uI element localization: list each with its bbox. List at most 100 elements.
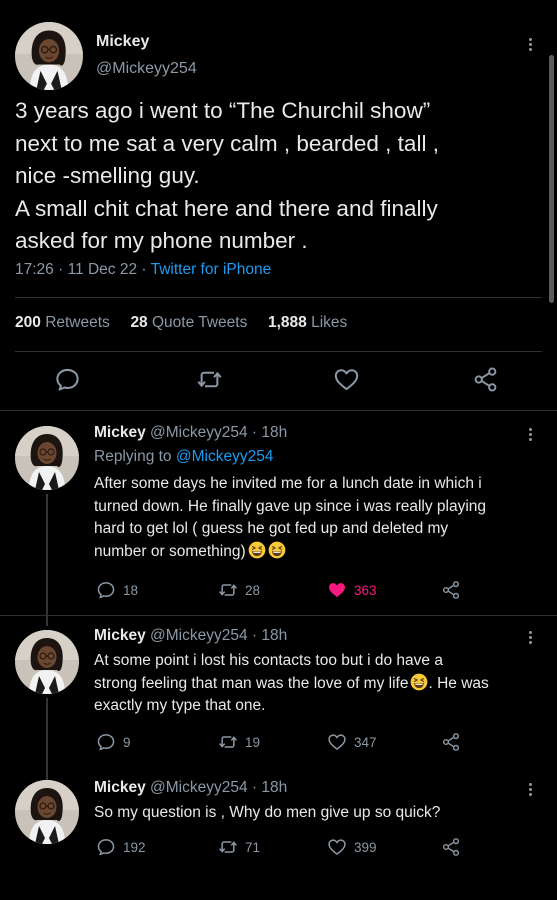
retweet-action[interactable]: 19: [218, 732, 260, 752]
share-icon: [441, 837, 461, 857]
heart-icon: [327, 732, 347, 752]
reply-count: 9: [123, 734, 131, 750]
like-action[interactable]: 399: [327, 837, 377, 857]
avatar[interactable]: [15, 22, 83, 90]
retweet-action[interactable]: 28: [218, 580, 260, 600]
reply-age[interactable]: 18h: [261, 627, 287, 644]
main-tweet: Mickey @Mickeyy254 3 years ago i went to…: [0, 0, 557, 411]
reply-text-line: . He was: [428, 674, 489, 692]
likes-label: Likes: [311, 314, 348, 331]
retweet-action[interactable]: 71: [218, 837, 260, 857]
reply-age[interactable]: 18h: [261, 424, 287, 441]
reply-text: So my question is , Why do men give up s…: [94, 802, 544, 825]
replying-to: Replying to @Mickeyy254: [94, 448, 273, 466]
likes-stat[interactable]: 1,888 Likes: [268, 314, 347, 331]
reply-count: 192: [123, 839, 146, 855]
reply-action[interactable]: 192: [96, 837, 146, 857]
like-count: 347: [354, 734, 377, 750]
likes-count: 1,888: [267, 314, 307, 331]
comment-icon: [96, 732, 116, 752]
share-action[interactable]: [441, 732, 461, 752]
reply-action[interactable]: 9: [96, 732, 131, 752]
tweet-stats: 200 Retweets 28 Quote Tweets 1,888 Likes: [15, 314, 347, 332]
retweet-icon: [218, 580, 238, 600]
reply-tweet[interactable]: Mickey @Mickeyy254 · 18h At some point i…: [0, 615, 557, 765]
comment-icon: [96, 837, 116, 857]
quotes-count: 28: [130, 314, 148, 331]
quotes-label: Quote Tweets: [152, 314, 248, 331]
heart-icon: [327, 837, 347, 857]
more-options-icon[interactable]: [529, 629, 532, 646]
share-icon[interactable]: [472, 366, 499, 393]
share-action[interactable]: [441, 837, 461, 857]
tweet-text-line: A small chit chat here and there and fin…: [15, 195, 438, 221]
author-handle[interactable]: @Mickeyy254: [150, 627, 248, 644]
divider: [15, 351, 542, 352]
grinning-squinting-face-emoji: [248, 541, 266, 559]
tweet-meta: 17:26 · 11 Dec 22 · Twitter for iPhone: [15, 261, 272, 278]
replying-label: Replying to: [94, 448, 172, 465]
share-action[interactable]: [441, 580, 461, 600]
author-name[interactable]: Mickey: [96, 33, 149, 51]
retweet-icon[interactable]: [196, 366, 223, 393]
tweet-time[interactable]: 17:26: [15, 261, 54, 278]
share-icon: [441, 580, 461, 600]
like-count: 363: [354, 582, 377, 598]
like-count: 399: [354, 839, 377, 855]
author-handle[interactable]: @Mickeyy254: [150, 779, 248, 796]
reply-text-line: turned down. He finally gave up since i …: [94, 497, 487, 515]
like-action[interactable]: 363: [327, 580, 377, 600]
tweet-source[interactable]: Twitter for iPhone: [151, 261, 272, 278]
reply-tweet[interactable]: Mickey @Mickeyy254 · 18h So my question …: [0, 765, 557, 900]
author-handle[interactable]: @Mickeyy254: [96, 60, 197, 78]
author-name[interactable]: Mickey: [94, 627, 146, 644]
retweets-stat[interactable]: 200 Retweets: [15, 314, 110, 331]
retweet-count: 19: [245, 734, 261, 750]
reply-text: At some point i lost his contacts too bu…: [94, 650, 544, 718]
reply-header: Mickey @Mickeyy254 · 18h: [94, 627, 288, 644]
replying-mention[interactable]: @Mickeyy254: [176, 448, 274, 465]
like-action[interactable]: 347: [327, 732, 377, 752]
retweets-count: 200: [15, 314, 41, 331]
quotes-stat[interactable]: 28 Quote Tweets: [130, 314, 247, 331]
author-name[interactable]: Mickey: [94, 424, 146, 441]
retweets-label: Retweets: [45, 314, 110, 331]
reply-header: Mickey @Mickeyy254 · 18h: [94, 779, 288, 796]
grinning-squinting-face-emoji: [268, 541, 286, 559]
reply-count: 18: [123, 582, 139, 598]
divider: [15, 297, 542, 298]
author-handle[interactable]: @Mickeyy254: [150, 424, 248, 441]
retweet-count: 71: [245, 839, 261, 855]
reply-text-line: number or something): [94, 542, 246, 560]
avatar[interactable]: [15, 780, 79, 844]
tweet-date[interactable]: 11 Dec 22: [68, 261, 138, 278]
reply-text: After some days he invited me for a lunc…: [94, 473, 544, 563]
tweet-text-line: asked for my phone number .: [15, 228, 308, 253]
more-options-icon[interactable]: [529, 36, 532, 53]
tweet-text-line: next to me sat a very calm , bearded , t…: [15, 130, 439, 156]
avatar[interactable]: [15, 630, 79, 694]
author-name[interactable]: Mickey: [94, 779, 146, 796]
share-icon: [441, 732, 461, 752]
reply-text-line: After some days he invited me for a lunc…: [94, 475, 482, 492]
retweet-icon: [218, 837, 238, 857]
reply-age[interactable]: 18h: [261, 779, 287, 796]
reply-icon[interactable]: [54, 366, 81, 393]
heart-icon[interactable]: [333, 366, 360, 393]
reply-text-line: hard to get lol ( guess he got fed up an…: [94, 520, 449, 537]
retweet-count: 28: [245, 582, 261, 598]
grinning-squinting-face-emoji: [410, 673, 428, 691]
tweet-text-line: nice -smelling guy.: [15, 163, 200, 188]
reply-text-line: strong feeling that man was the love of …: [94, 674, 409, 692]
tweet-text: 3 years ago i went to “The Churchil show…: [15, 95, 545, 258]
more-options-icon[interactable]: [529, 426, 532, 443]
tweet-text-line: 3 years ago i went to “The Churchil show…: [15, 98, 431, 123]
more-options-icon[interactable]: [529, 781, 532, 798]
retweet-icon: [218, 732, 238, 752]
reply-text-line: So my question is , Why do men give up s…: [94, 804, 441, 821]
reply-action[interactable]: 18: [96, 580, 138, 600]
avatar[interactable]: [15, 426, 79, 490]
heart-filled-icon: [327, 580, 347, 600]
reply-text-line: exactly my type that one.: [94, 697, 266, 714]
reply-tweet[interactable]: Mickey @Mickeyy254 · 18h Replying to @Mi…: [0, 410, 557, 616]
